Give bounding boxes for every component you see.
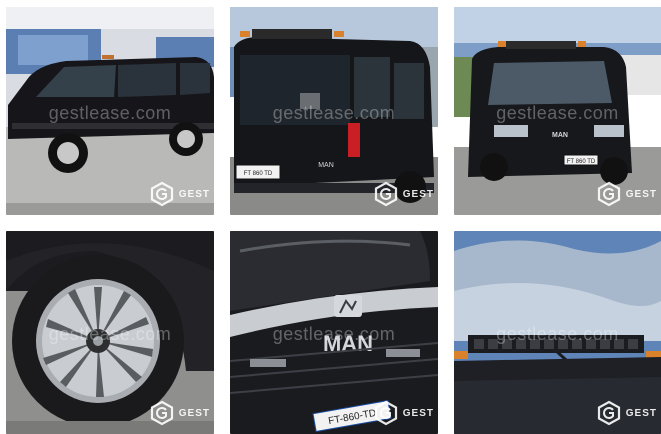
photo-thumb-roof-lightbar[interactable]: gestlease.com GEST (454, 231, 661, 434)
photo-thumb-wheel[interactable]: gestlease.com GEST (6, 231, 214, 434)
front-plate-text: FT 860 TD (567, 159, 596, 165)
roof-lightbar-image (454, 231, 661, 434)
rear-emblem-text: MAN (318, 162, 334, 169)
front-emblem-text: MAN (552, 132, 568, 139)
wheel-image (6, 231, 214, 434)
photo-gallery: gestlease.com GEST FT 860 TD MAN gestlea… (0, 0, 661, 434)
photo-thumb-van-front[interactable]: MAN FT 860 TD gestlease.com GEST (454, 7, 661, 215)
van-front-image: MAN FT 860 TD (454, 7, 661, 215)
grille-image: MAN FT-860-TD (230, 231, 438, 434)
photo-thumb-van-side[interactable]: gestlease.com GEST (6, 7, 214, 215)
van-rear-image: FT 860 TD MAN (230, 7, 438, 215)
van-side-image (6, 7, 214, 215)
photo-thumb-van-rear[interactable]: FT 860 TD MAN gestlease.com GEST (230, 7, 438, 215)
rear-plate-text: FT 860 TD (244, 171, 273, 177)
photo-thumb-grille[interactable]: MAN FT-860-TD gestlease.com GEST (230, 231, 438, 434)
